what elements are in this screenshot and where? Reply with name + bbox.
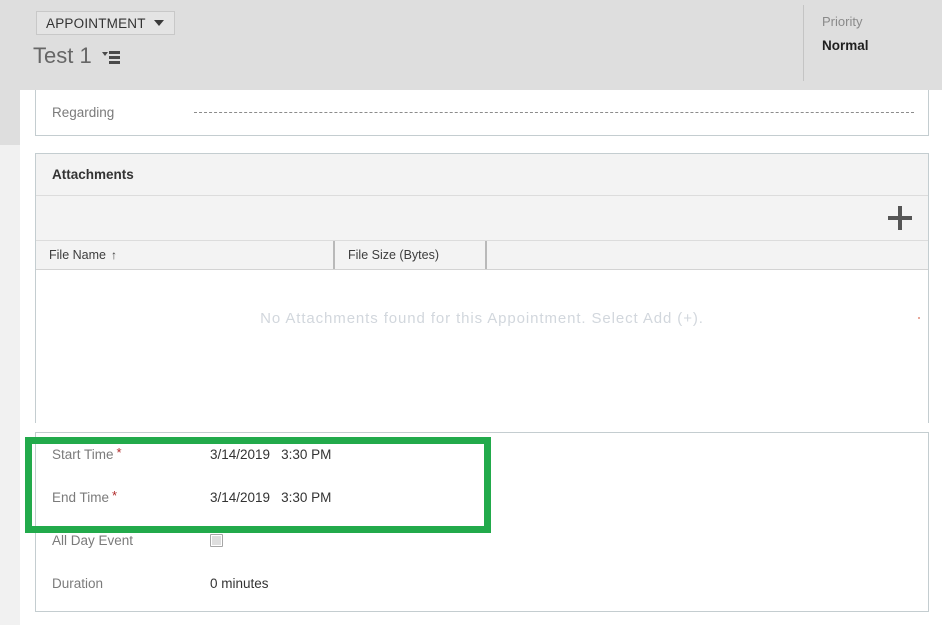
all-day-event-checkbox[interactable]	[210, 534, 223, 547]
filter-list-icon-bar	[108, 51, 120, 54]
attachments-title: Attachments	[52, 167, 134, 182]
entity-type-chip[interactable]: APPOINTMENT	[36, 11, 175, 35]
filter-list-icon[interactable]	[101, 50, 120, 66]
end-time-label-text: End Time	[52, 490, 110, 505]
start-time-label: Start Time *	[52, 445, 210, 462]
start-time-date: 3/14/2019	[210, 447, 271, 462]
filter-list-icon-triangle	[101, 52, 108, 56]
end-time-date: 3/14/2019	[210, 490, 271, 505]
required-indicator: *	[112, 488, 118, 503]
column-header-file-size[interactable]: File Size (Bytes)	[335, 241, 487, 269]
start-time-time: 3:30 PM	[281, 447, 332, 462]
regarding-input[interactable]	[194, 112, 914, 113]
schedule-section: Start Time * 3/14/2019 3:30 PM End Time *…	[35, 432, 929, 612]
column-header-file-size-label: File Size (Bytes)	[348, 248, 439, 262]
priority-label: Priority	[822, 14, 863, 29]
regarding-section: Regarding	[35, 90, 929, 136]
column-header-file-name-label: File Name	[49, 248, 106, 262]
duration-value[interactable]: 0 minutes	[210, 576, 269, 591]
record-title-row: Test 1	[33, 43, 120, 69]
attachments-empty-message: No Attachments found for this Appointmen…	[260, 310, 704, 327]
sort-ascending-icon: ↑	[110, 248, 117, 262]
regarding-label: Regarding	[52, 105, 115, 120]
page-title: Test 1	[33, 43, 92, 68]
required-indicator: *	[116, 445, 122, 460]
end-time-time: 3:30 PM	[281, 490, 332, 505]
plus-icon[interactable]	[888, 206, 912, 230]
end-time-row: End Time * 3/14/2019 3:30 PM	[36, 476, 928, 519]
start-time-row: Start Time * 3/14/2019 3:30 PM	[36, 433, 928, 476]
attachments-command-bar	[36, 196, 928, 241]
filter-list-icon-bar	[108, 56, 120, 59]
left-gutter-upper	[0, 90, 20, 145]
end-time-value[interactable]: 3/14/2019 3:30 PM	[210, 490, 331, 505]
start-time-value[interactable]: 3/14/2019 3:30 PM	[210, 447, 331, 462]
attachments-grid-header: File Name ↑ File Size (Bytes)	[36, 241, 928, 270]
end-time-label: End Time *	[52, 488, 210, 505]
attachments-section-header: Attachments	[36, 154, 928, 196]
filter-list-icon-bar	[108, 61, 120, 64]
attachments-grid-body: No Attachments found for this Appointmen…	[36, 270, 928, 423]
all-day-event-row: All Day Event	[36, 519, 928, 562]
grid-marker-dot	[918, 317, 920, 319]
column-header-file-name[interactable]: File Name ↑	[36, 241, 335, 269]
attachments-section: Attachments File Name ↑ File Size (Bytes…	[35, 153, 929, 423]
header-divider	[803, 5, 804, 81]
all-day-event-label: All Day Event	[52, 533, 134, 548]
form-header-band: APPOINTMENT Test 1 Priority Normal	[0, 0, 942, 90]
duration-row: Duration 0 minutes	[36, 562, 928, 605]
left-gutter-lower	[0, 145, 20, 625]
priority-summary-field[interactable]: Priority Normal	[822, 12, 869, 57]
chevron-down-icon[interactable]	[153, 20, 164, 26]
start-time-label-text: Start Time	[52, 447, 114, 462]
priority-value: Normal	[822, 38, 869, 53]
regarding-field-row: Regarding	[36, 90, 928, 135]
entity-type-label: APPOINTMENT	[46, 15, 146, 31]
duration-label: Duration	[52, 576, 104, 591]
